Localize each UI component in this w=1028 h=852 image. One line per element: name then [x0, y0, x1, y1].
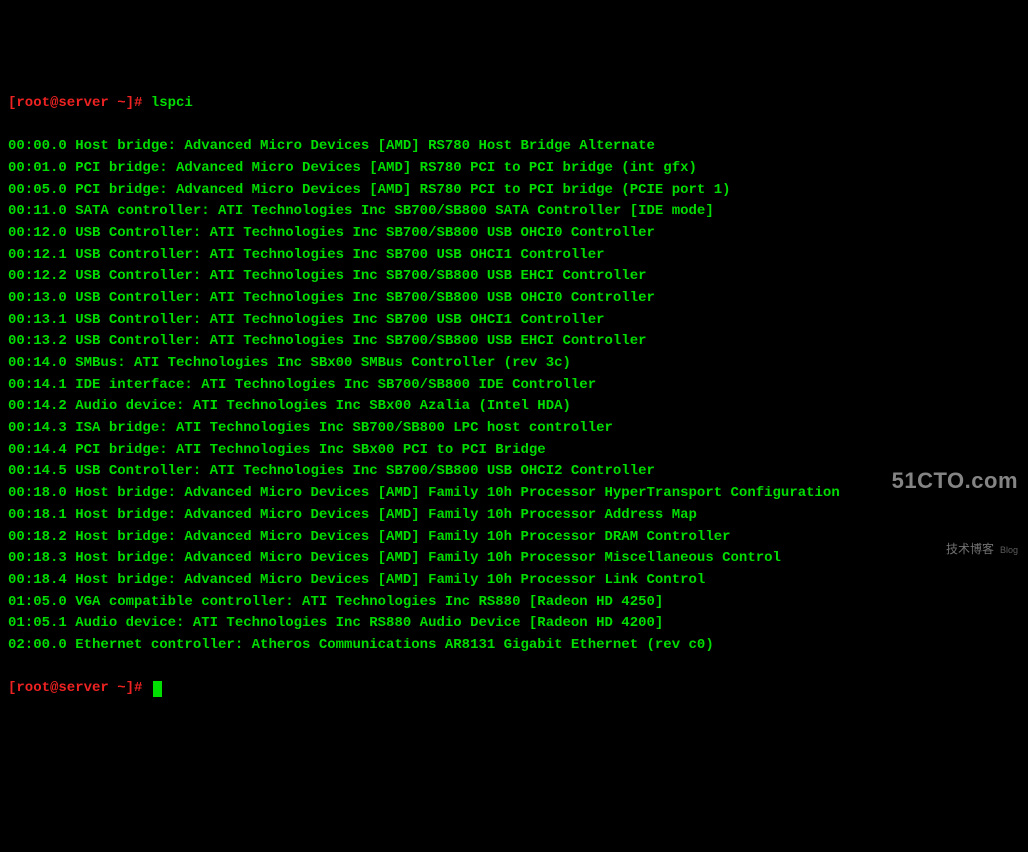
command-prompt-line-2[interactable]: [root@server ~]# — [8, 678, 1020, 700]
cursor-icon — [153, 681, 162, 697]
output-line: 00:12.2 USB Controller: ATI Technologies… — [8, 266, 1020, 288]
output-line: 00:14.4 PCI bridge: ATI Technologies Inc… — [8, 440, 1020, 462]
command-prompt-line[interactable]: [root@server ~]# lspci — [8, 93, 1020, 115]
output-line: 00:14.2 Audio device: ATI Technologies I… — [8, 396, 1020, 418]
output-line: 00:13.0 USB Controller: ATI Technologies… — [8, 288, 1020, 310]
output-line: 00:13.1 USB Controller: ATI Technologies… — [8, 310, 1020, 332]
output-line: 00:12.1 USB Controller: ATI Technologies… — [8, 245, 1020, 267]
output-line: 00:01.0 PCI bridge: Advanced Micro Devic… — [8, 158, 1020, 180]
output-line: 00:14.0 SMBus: ATI Technologies Inc SBx0… — [8, 353, 1020, 375]
output-line: 02:00.0 Ethernet controller: Atheros Com… — [8, 635, 1020, 657]
output-line: 00:11.0 SATA controller: ATI Technologie… — [8, 201, 1020, 223]
output-line: 00:18.3 Host bridge: Advanced Micro Devi… — [8, 548, 1020, 570]
prompt-prefix: [root@server ~]# — [8, 93, 142, 115]
output-line: 00:05.0 PCI bridge: Advanced Micro Devic… — [8, 180, 1020, 202]
output-line: 01:05.0 VGA compatible controller: ATI T… — [8, 592, 1020, 614]
output-line: 00:14.3 ISA bridge: ATI Technologies Inc… — [8, 418, 1020, 440]
output-line: 00:14.1 IDE interface: ATI Technologies … — [8, 375, 1020, 397]
prompt-prefix-2: [root@server ~]# — [8, 678, 142, 700]
output-line: 01:05.1 Audio device: ATI Technologies I… — [8, 613, 1020, 635]
typed-command-text: lspci — [151, 93, 193, 115]
typed-command — [142, 93, 150, 115]
output-line: 00:18.4 Host bridge: Advanced Micro Devi… — [8, 570, 1020, 592]
output-line: 00:12.0 USB Controller: ATI Technologies… — [8, 223, 1020, 245]
output-line: 00:00.0 Host bridge: Advanced Micro Devi… — [8, 136, 1020, 158]
output-line: 00:18.2 Host bridge: Advanced Micro Devi… — [8, 527, 1020, 549]
output-line: 00:13.2 USB Controller: ATI Technologies… — [8, 331, 1020, 353]
output-line: 00:14.5 USB Controller: ATI Technologies… — [8, 461, 1020, 483]
output-line: 00:18.1 Host bridge: Advanced Micro Devi… — [8, 505, 1020, 527]
terminal-output: 00:00.0 Host bridge: Advanced Micro Devi… — [8, 136, 1020, 657]
output-line: 00:18.0 Host bridge: Advanced Micro Devi… — [8, 483, 1020, 505]
